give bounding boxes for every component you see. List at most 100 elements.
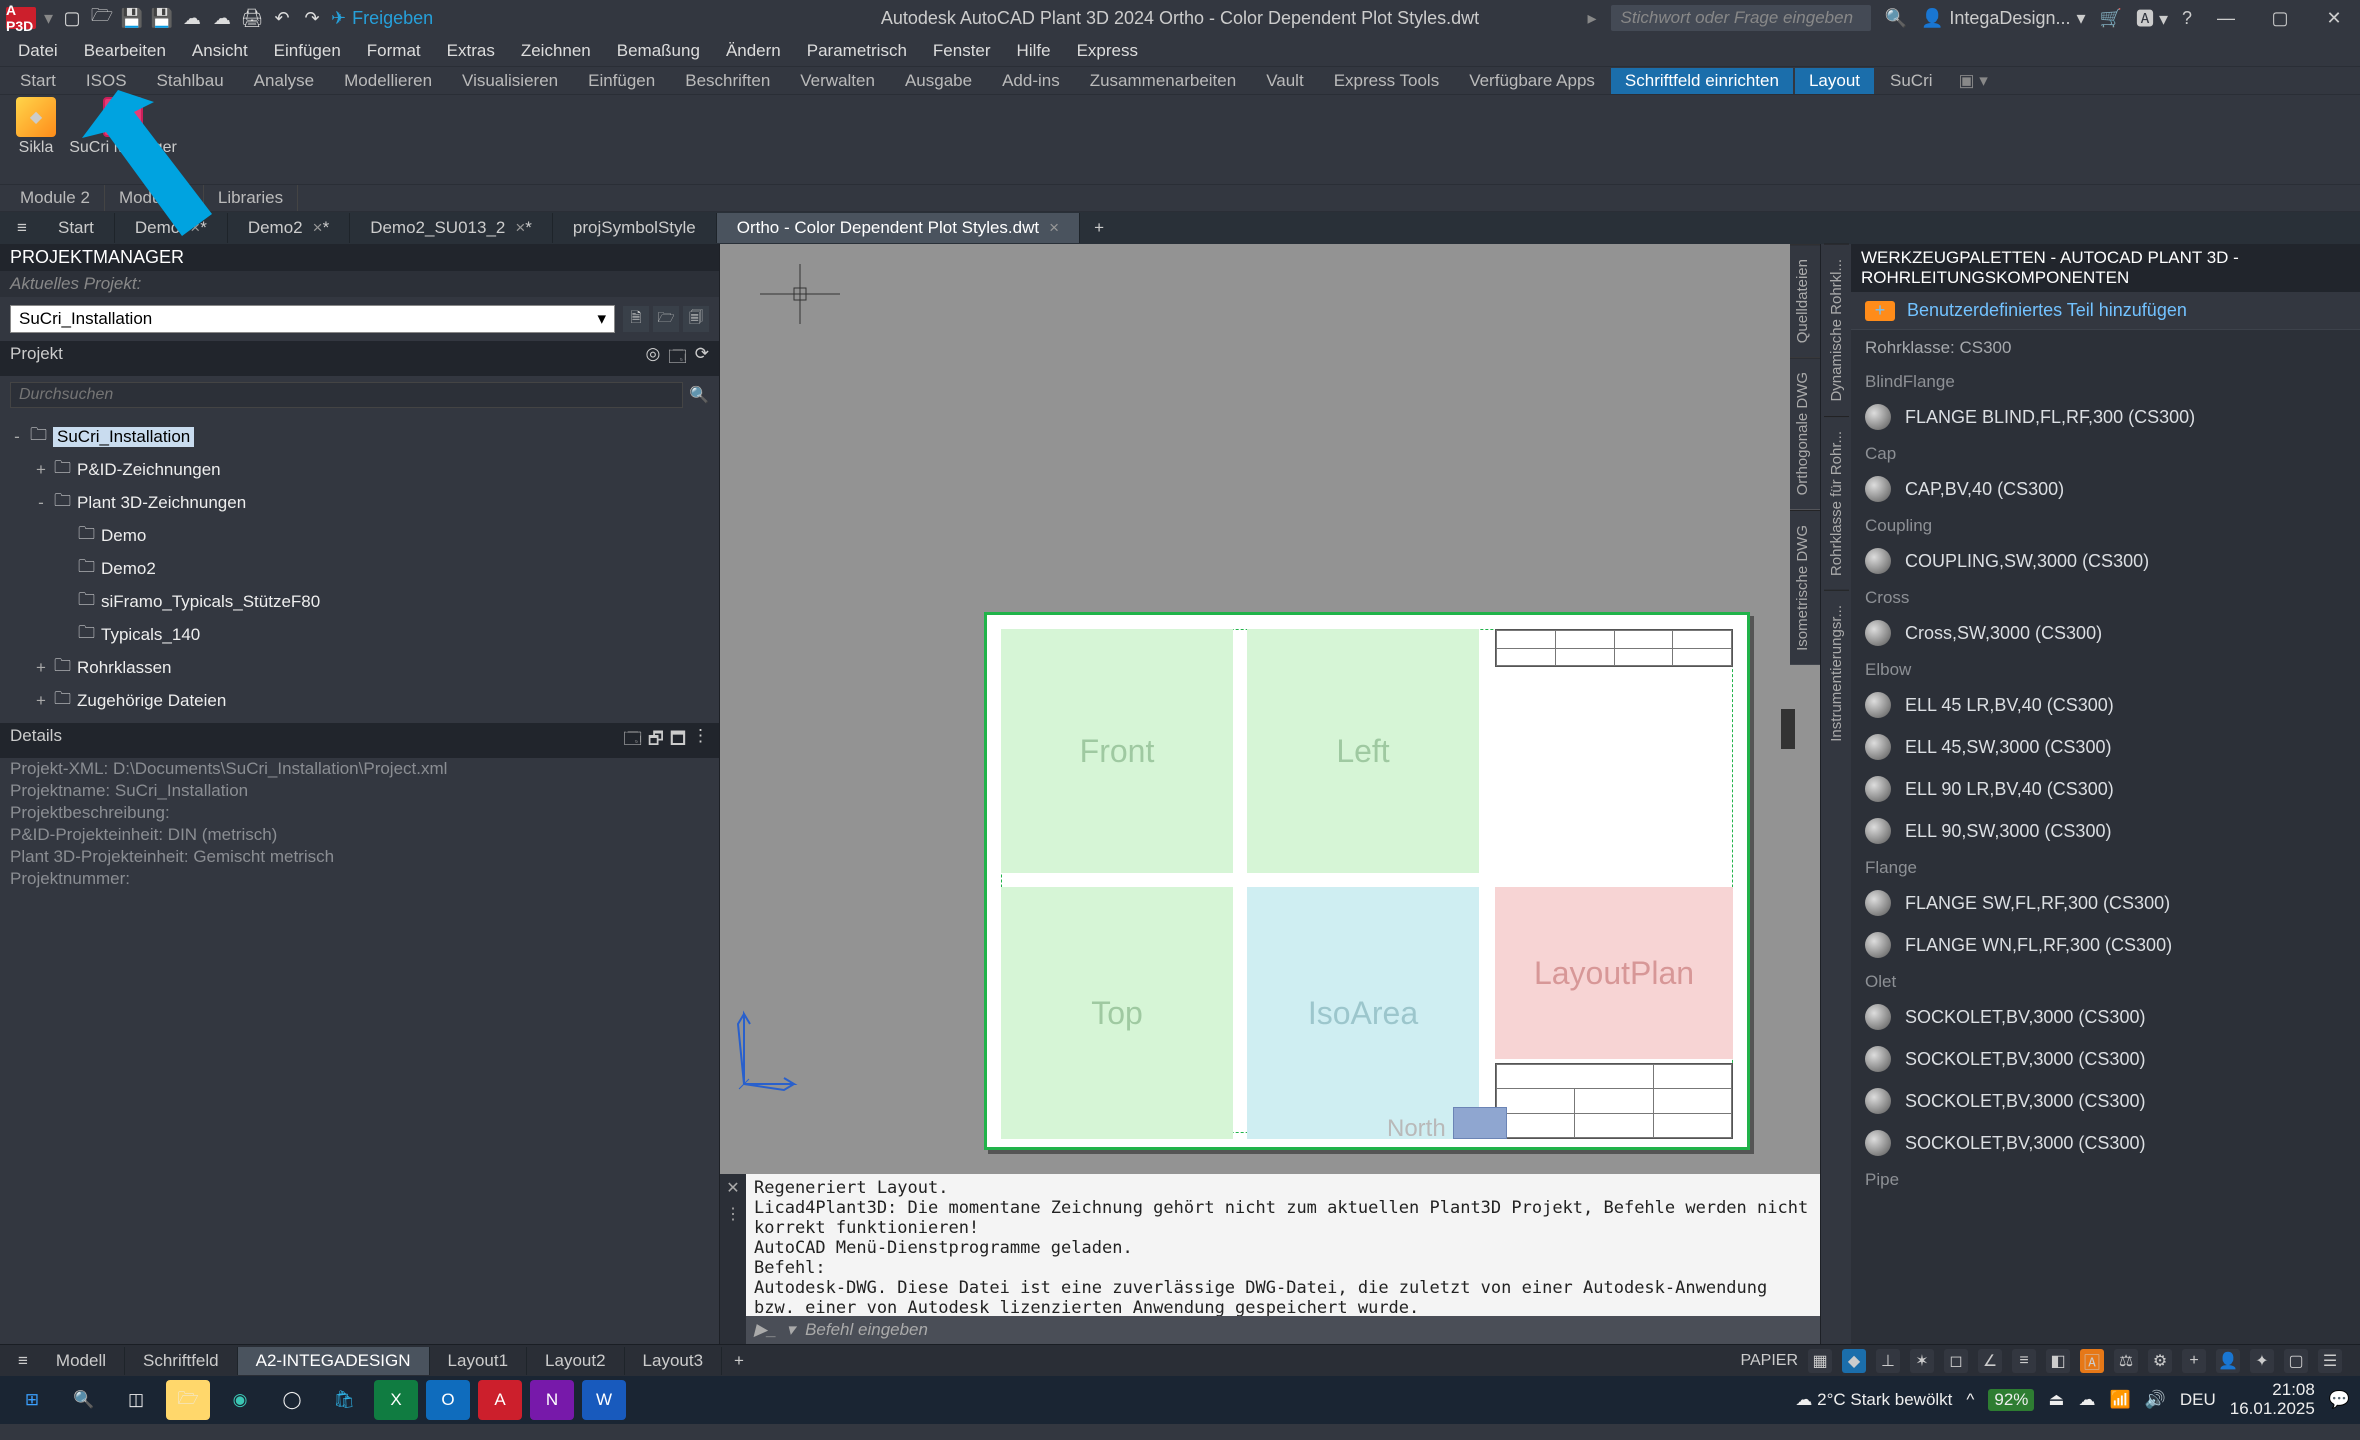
new-icon[interactable]: ▢	[61, 7, 83, 29]
palette-add-custom[interactable]: + Benutzerdefiniertes Teil hinzufügen	[1851, 292, 2360, 329]
file-tab[interactable]: projSymbolStyle	[553, 213, 717, 243]
notifications-icon[interactable]: 💬	[2329, 1390, 2350, 1410]
palette-vtab[interactable]: Rohrklasse für Rohr...	[1824, 416, 1849, 590]
menu-item[interactable]: Datei	[6, 38, 70, 64]
maximize-button[interactable]: ▢	[2260, 3, 2300, 33]
pm-search-input[interactable]	[10, 382, 683, 408]
palette-item[interactable]: ELL 90 LR,BV,40 (CS300)	[1851, 768, 2360, 810]
grid-icon[interactable]: ▦	[1808, 1349, 1832, 1373]
pm-detail-icon[interactable]: 🗖	[670, 726, 686, 755]
cloud-open-icon[interactable]: ☁	[181, 7, 203, 29]
filetab-menu-icon[interactable]: ≡	[6, 218, 38, 238]
undo-icon[interactable]: ↶	[271, 7, 293, 29]
minimize-button[interactable]: —	[2206, 3, 2246, 33]
ribbon-tab[interactable]: ISOS	[72, 68, 141, 94]
side-tab[interactable]: Quelldateien	[1790, 244, 1820, 357]
close-tab-icon[interactable]: ×	[313, 218, 323, 237]
palette-item[interactable]: ELL 45,SW,3000 (CS300)	[1851, 726, 2360, 768]
tree-expander-icon[interactable]	[58, 592, 72, 612]
tree-node[interactable]: +🗀Rohrklassen	[10, 651, 709, 684]
ribbon-tab[interactable]: Verwalten	[786, 68, 889, 94]
qv-tab[interactable]: Module 4	[105, 185, 204, 211]
qv-tab[interactable]: Libraries	[204, 185, 298, 211]
tree-node[interactable]: -🗀SuCri_Installation	[10, 420, 709, 453]
layout-tab[interactable]: Layout1	[430, 1347, 528, 1375]
menu-item[interactable]: Express	[1065, 38, 1150, 64]
palette-item[interactable]: ELL 90,SW,3000 (CS300)	[1851, 810, 2360, 852]
tree-node[interactable]: +🗀Zugehörige Dateien	[10, 684, 709, 717]
taskview-icon[interactable]: ◫	[114, 1380, 158, 1420]
isolate-icon[interactable]: 👤	[2216, 1349, 2240, 1373]
outlook-icon[interactable]: O	[426, 1380, 470, 1420]
menu-item[interactable]: Format	[355, 38, 433, 64]
store-icon[interactable]: 🛍	[322, 1380, 366, 1420]
help-icon[interactable]: ?	[2182, 8, 2192, 29]
chrome-icon[interactable]: ◯	[270, 1380, 314, 1420]
close-tab-icon[interactable]: ×	[515, 218, 525, 237]
saveas-icon[interactable]: 💾	[151, 7, 173, 29]
autodesk-account-icon[interactable]: 🅰 ▾	[2136, 5, 2168, 31]
ribbon-button-sucri-manager[interactable]: 🔒 SuCri Manager	[68, 97, 178, 157]
app-logo[interactable]: A P3D	[6, 7, 36, 29]
palette-item[interactable]: SOCKOLET,BV,3000 (CS300)	[1851, 996, 2360, 1038]
search-icon[interactable]: 🔍	[62, 1380, 106, 1420]
layout-tab[interactable]: A2-INTEGADESIGN	[238, 1347, 430, 1375]
anno-vis-icon[interactable]: ⚖	[2114, 1349, 2138, 1373]
ribbon-tab[interactable]: Add-ins	[988, 68, 1074, 94]
search-icon[interactable]: 🔍	[1885, 8, 1907, 29]
tree-expander-icon[interactable]	[58, 526, 72, 546]
tree-expander-icon[interactable]: -	[34, 493, 48, 513]
explorer-icon[interactable]: 🗁	[166, 1380, 210, 1420]
menu-item[interactable]: Fenster	[921, 38, 1003, 64]
anno-scale-icon[interactable]: 🄰	[2080, 1349, 2104, 1373]
ribbon-tab[interactable]: Stahlbau	[143, 68, 238, 94]
menu-item[interactable]: Ändern	[714, 38, 793, 64]
plot-icon[interactable]: 🖨	[241, 7, 263, 29]
menu-item[interactable]: Hilfe	[1005, 38, 1063, 64]
side-tab[interactable]: Orthogonale DWG	[1790, 357, 1820, 509]
tree-node[interactable]: +🗀P&ID-Zeichnungen	[10, 453, 709, 486]
file-tab[interactable]: Start	[38, 213, 115, 243]
side-tab[interactable]: Isometrische DWG	[1790, 510, 1820, 665]
close-tab-icon[interactable]: ×	[190, 218, 200, 237]
cmdline-grip-icon[interactable]: ⋮	[725, 1204, 741, 1224]
search-back-icon[interactable]: ▸	[1588, 8, 1597, 29]
ribbon-tab[interactable]: Vault	[1252, 68, 1318, 94]
ribbon-tab[interactable]: Einfügen	[574, 68, 669, 94]
ribbon-tab[interactable]: Layout	[1795, 68, 1874, 94]
layout-tab[interactable]: Schriftfeld	[125, 1347, 238, 1375]
tree-expander-icon[interactable]: +	[34, 658, 48, 678]
otrack-icon[interactable]: ∠	[1978, 1349, 2002, 1373]
anno-monitor-icon[interactable]: +	[2182, 1349, 2206, 1373]
pm-view1-icon[interactable]: ◎	[645, 344, 660, 373]
ribbon-tab[interactable]: Modellieren	[330, 68, 446, 94]
layout-tab[interactable]: Layout2	[527, 1347, 625, 1375]
search-icon[interactable]: 🔍	[689, 385, 709, 405]
qv-tab[interactable]: Module 2	[6, 185, 105, 211]
open-icon[interactable]: 🗁	[91, 7, 113, 29]
close-button[interactable]: ✕	[2314, 3, 2354, 33]
pm-view2-icon[interactable]: 🗔	[668, 344, 686, 373]
pm-detail-icon[interactable]: 🗔	[623, 726, 641, 755]
language-icon[interactable]: DEU	[2180, 1390, 2216, 1410]
tree-node[interactable]: 🗀Typicals_140	[10, 618, 709, 651]
palette-item[interactable]: FLANGE BLIND,FL,RF,300 (CS300)	[1851, 396, 2360, 438]
layout-menu-icon[interactable]: ≡	[8, 1351, 38, 1371]
viewport-layoutplan[interactable]: LayoutPlan	[1495, 887, 1733, 1059]
drawing-canvas[interactable]: Front Left Top IsoArea LayoutPlan North	[720, 244, 1820, 1344]
volume-icon[interactable]: 🔊	[2145, 1390, 2166, 1410]
tree-node[interactable]: 🗀Demo	[10, 519, 709, 552]
layout-tab[interactable]: Modell	[38, 1347, 125, 1375]
palette-vtab[interactable]: Dynamische Rohrkl...	[1824, 244, 1849, 416]
pm-new-dwg-icon[interactable]: 🗎	[623, 306, 649, 332]
palette-item[interactable]: COUPLING,SW,3000 (CS300)	[1851, 540, 2360, 582]
workspace-icon[interactable]: ⚙	[2148, 1349, 2172, 1373]
ribbon-tab[interactable]: Express Tools	[1320, 68, 1454, 94]
file-tab[interactable]: Ortho - Color Dependent Plot Styles.dwt×	[717, 213, 1080, 243]
layout-tab[interactable]: Layout3	[625, 1347, 723, 1375]
viewport-front[interactable]: Front	[1001, 629, 1233, 873]
tree-expander-icon[interactable]	[58, 559, 72, 579]
ribbon-tab[interactable]: SuCri	[1876, 68, 1947, 94]
close-tab-icon[interactable]: ×	[1049, 218, 1059, 237]
menu-item[interactable]: Extras	[435, 38, 507, 64]
